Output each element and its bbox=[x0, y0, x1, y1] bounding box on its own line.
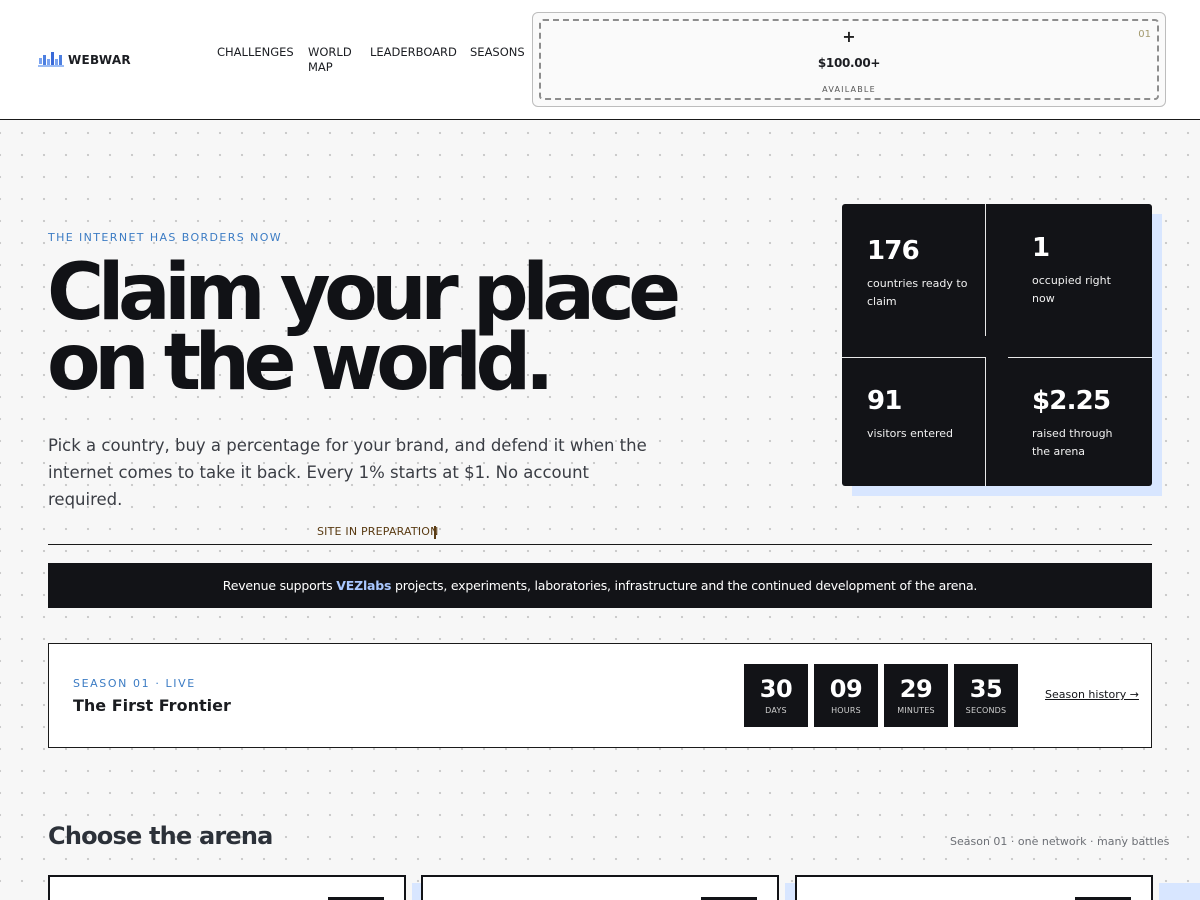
countdown-value: 35 bbox=[969, 675, 1003, 703]
season-title: The First Frontier bbox=[73, 696, 231, 715]
arena-card-shadow bbox=[1159, 883, 1200, 900]
hero-eyebrow: THE INTERNET HAS BORDERS NOW bbox=[48, 231, 283, 244]
stat-value: $2.25 bbox=[1032, 386, 1111, 416]
stat-occupied: 1 occupied right now bbox=[1032, 233, 1127, 308]
ad-slot-button[interactable]: + $100.00+ AVAILABLE 01 bbox=[539, 19, 1159, 100]
preparation-label: SITE IN PREPARATION bbox=[317, 525, 439, 538]
nav-leaderboard[interactable]: LEADERBOARD bbox=[370, 45, 457, 60]
banner-prefix: Revenue supports bbox=[222, 578, 337, 593]
slot-price: $100.00+ bbox=[817, 56, 881, 70]
countdown-unit: SECONDS bbox=[965, 706, 1007, 715]
hero-subtitle: Pick a country, buy a percentage for you… bbox=[48, 436, 647, 509]
countdown-days: 30 DAYS bbox=[744, 664, 808, 727]
arena-card[interactable] bbox=[421, 875, 779, 900]
season-history-link[interactable]: Season history → bbox=[1045, 688, 1139, 701]
plus-icon: + bbox=[842, 27, 856, 46]
webwar-logo-icon bbox=[38, 52, 64, 67]
stat-visitors: 91 visitors entered bbox=[867, 386, 977, 443]
countdown-value: 29 bbox=[899, 675, 933, 703]
stat-label: raised through the arena bbox=[1032, 427, 1113, 458]
stat-raised: $2.25 raised through the arena bbox=[1032, 386, 1127, 461]
countdown-hours: 09 HOURS bbox=[814, 664, 878, 727]
stat-label: countries ready to claim bbox=[867, 277, 968, 308]
stats-divider bbox=[1008, 357, 1152, 358]
stats-divider bbox=[985, 204, 986, 336]
countdown-minutes: 29 MINUTES bbox=[884, 664, 948, 727]
divider bbox=[48, 544, 1152, 545]
slot-number: 01 bbox=[1138, 29, 1151, 40]
logo[interactable]: WEBWAR bbox=[38, 50, 131, 70]
countdown-value: 30 bbox=[759, 675, 793, 703]
countdown-seconds: 35 SECONDS bbox=[954, 664, 1018, 727]
stat-value: 91 bbox=[867, 386, 902, 416]
stat-value: 176 bbox=[867, 236, 920, 266]
arena-card[interactable] bbox=[795, 875, 1153, 900]
countdown-unit: MINUTES bbox=[897, 706, 935, 715]
nav-challenges[interactable]: CHALLENGES bbox=[217, 45, 294, 60]
ad-slot: + $100.00+ AVAILABLE 01 bbox=[532, 12, 1166, 107]
stat-countries: 176 countries ready to claim bbox=[867, 236, 977, 311]
season-card: SEASON 01 · LIVE The First Frontier 30 D… bbox=[48, 643, 1152, 748]
slot-status: AVAILABLE bbox=[822, 85, 876, 94]
stat-value: 1 bbox=[1032, 233, 1050, 263]
arena-title: Choose the arena bbox=[48, 822, 273, 850]
stat-label: occupied right now bbox=[1032, 274, 1111, 305]
stats-divider bbox=[985, 357, 986, 486]
season-eyebrow: SEASON 01 · LIVE bbox=[73, 677, 196, 690]
stats-divider bbox=[842, 357, 985, 358]
hero-title-line-2: on the world. bbox=[47, 318, 554, 408]
site-header: WEBWAR CHALLENGES WORLD MAP LEADERBOARD … bbox=[0, 0, 1200, 120]
logo-text: WEBWAR bbox=[68, 53, 131, 67]
stat-label: visitors entered bbox=[867, 427, 953, 440]
revenue-banner: Revenue supports VEZlabs projects, exper… bbox=[48, 563, 1152, 608]
countdown-unit: HOURS bbox=[831, 706, 861, 715]
nav-seasons[interactable]: SEASONS bbox=[470, 45, 525, 60]
countdown-unit: DAYS bbox=[765, 706, 787, 715]
stats-panel: 176 countries ready to claim 1 occupied … bbox=[842, 204, 1152, 486]
arena-card[interactable] bbox=[48, 875, 406, 900]
vezlabs-link[interactable]: VEZlabs bbox=[336, 578, 391, 593]
text-cursor bbox=[434, 526, 436, 539]
countdown-value: 09 bbox=[829, 675, 863, 703]
nav-world-map[interactable]: WORLD MAP bbox=[308, 45, 358, 75]
banner-suffix: projects, experiments, laboratories, inf… bbox=[391, 578, 978, 593]
hero-title: Claim your place on the world. bbox=[47, 254, 747, 408]
arena-meta: Season 01 · one network · many battles bbox=[950, 835, 1170, 848]
